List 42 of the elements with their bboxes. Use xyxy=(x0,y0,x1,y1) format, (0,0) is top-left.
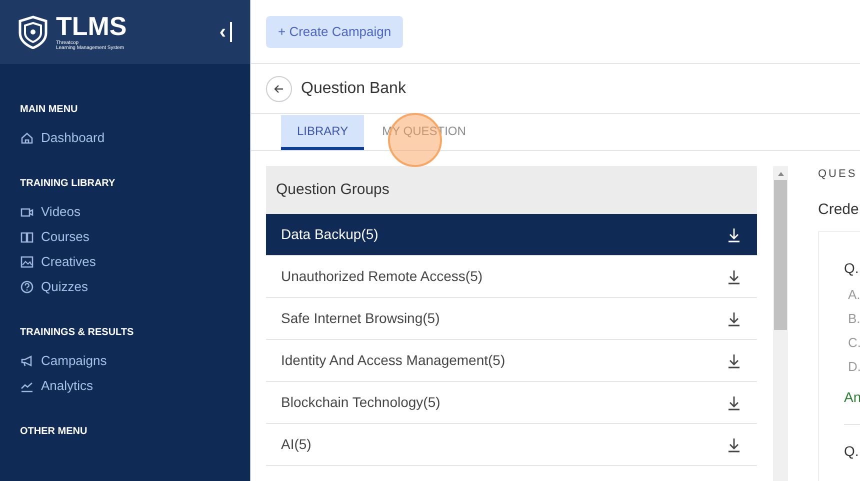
section-heading: QUES xyxy=(818,167,858,182)
group-label: AI(5) xyxy=(281,435,312,454)
section-heading: TRAINING LIBRARY xyxy=(20,177,116,191)
question-number: Q. xyxy=(844,259,860,278)
download-icon[interactable] xyxy=(726,352,742,368)
download-icon[interactable] xyxy=(726,394,742,410)
book-icon xyxy=(20,230,34,244)
question-group-item[interactable]: Data Backup(5) xyxy=(266,214,757,256)
option-label: A. xyxy=(847,286,860,304)
back-button[interactable] xyxy=(266,76,292,102)
scroll-up-icon[interactable] xyxy=(776,171,784,177)
image-icon xyxy=(20,254,34,268)
option-label: B. xyxy=(847,310,860,328)
section-heading: OTHER MENU xyxy=(20,425,88,439)
option-label: D. xyxy=(847,358,860,376)
menu-item[interactable]: Dashboard xyxy=(20,121,230,154)
download-icon[interactable] xyxy=(726,436,742,452)
group-label: Blockchain Technology(5) xyxy=(281,393,440,412)
back-arrow-icon xyxy=(273,82,285,94)
group-label: Unauthorized Remote Access(5) xyxy=(281,267,483,286)
help-icon xyxy=(20,280,34,294)
create-campaign-button[interactable]: + Create Campaign xyxy=(266,16,404,48)
answer-label: An xyxy=(844,388,860,407)
question-number: Q. xyxy=(844,442,860,461)
group-label: Data Backup(5) xyxy=(281,225,378,244)
logo-title: TLMS xyxy=(56,13,127,39)
collapse-button[interactable]: ‹ xyxy=(219,22,232,42)
section-heading: MAIN MENU xyxy=(20,103,79,117)
tab[interactable]: LIBRARY xyxy=(281,115,364,150)
group-label: Safe Internet Browsing(5) xyxy=(281,309,440,328)
scrollbar[interactable] xyxy=(773,166,788,481)
download-icon[interactable] xyxy=(726,268,742,284)
megaphone-icon xyxy=(20,354,34,368)
question-title: Crede xyxy=(818,200,860,220)
group-label: Identity And Access Management(5) xyxy=(281,351,506,370)
download-icon[interactable] xyxy=(726,310,742,326)
page-title: Question Bank xyxy=(301,78,406,98)
option-label: C. xyxy=(847,334,860,352)
panel-header: Question Groups xyxy=(266,166,757,214)
shield-logo-icon xyxy=(18,15,48,49)
home-icon xyxy=(20,130,34,144)
section-heading: TRAININGS & RESULTS xyxy=(20,326,135,340)
